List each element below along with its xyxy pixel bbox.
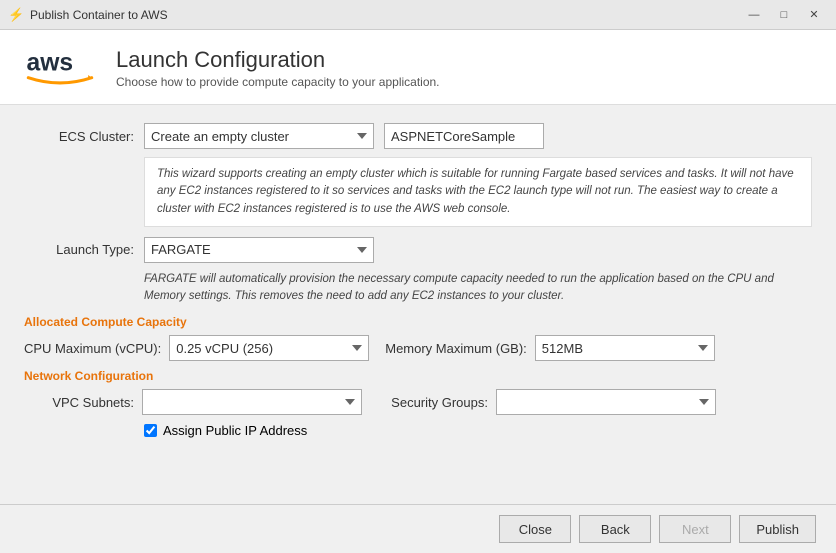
launch-type-select[interactable]: FARGATE EC2 [144, 237, 374, 263]
assign-public-ip-label[interactable]: Assign Public IP Address [163, 423, 307, 438]
page-title: Launch Configuration [116, 47, 440, 73]
svg-text:aws: aws [27, 50, 74, 77]
fargate-info-text: FARGATE will automatically provision the… [144, 271, 812, 306]
header-text: Launch Configuration Choose how to provi… [116, 47, 440, 89]
back-button[interactable]: Back [579, 515, 651, 543]
header: aws Launch Configuration Choose how to p… [0, 30, 836, 105]
cpu-label: CPU Maximum (vCPU): [24, 341, 161, 356]
network-section-title: Network Configuration [24, 369, 812, 383]
cpu-memory-row: CPU Maximum (vCPU): 0.25 vCPU (256) 0.5 … [24, 335, 812, 361]
vpc-field: VPC Subnets: [24, 389, 362, 415]
assign-public-ip-checkbox[interactable] [144, 424, 157, 437]
window-controls: — □ ✕ [740, 5, 828, 25]
window-title: Publish Container to AWS [30, 8, 740, 22]
public-ip-row: Assign Public IP Address [144, 423, 812, 438]
sg-select[interactable] [496, 389, 716, 415]
cluster-info-text: This wizard supports creating an empty c… [144, 157, 812, 227]
maximize-button[interactable]: □ [770, 5, 798, 25]
next-button[interactable]: Next [659, 515, 731, 543]
ecs-cluster-label: ECS Cluster: [24, 129, 134, 144]
minimize-button[interactable]: — [740, 5, 768, 25]
network-row: VPC Subnets: Security Groups: [24, 389, 812, 415]
aws-logo: aws [24, 46, 96, 90]
title-bar: ⚡ Publish Container to AWS — □ ✕ [0, 0, 836, 30]
footer: Close Back Next Publish [0, 504, 836, 553]
memory-select[interactable]: 512MB 1GB 2GB 3GB 4GB [535, 335, 715, 361]
cpu-field: CPU Maximum (vCPU): 0.25 vCPU (256) 0.5 … [24, 335, 369, 361]
page-subtitle: Choose how to provide compute capacity t… [116, 75, 440, 89]
cpu-select[interactable]: 0.25 vCPU (256) 0.5 vCPU (512) 1 vCPU (1… [169, 335, 369, 361]
vpc-select[interactable] [142, 389, 362, 415]
cluster-name-input[interactable] [384, 123, 544, 149]
launch-type-label: Launch Type: [24, 242, 134, 257]
publish-button[interactable]: Publish [739, 515, 816, 543]
app-icon: ⚡ [8, 7, 24, 23]
close-button[interactable]: ✕ [800, 5, 828, 25]
launch-type-row: Launch Type: FARGATE EC2 [24, 237, 812, 263]
memory-field: Memory Maximum (GB): 512MB 1GB 2GB 3GB 4… [385, 335, 715, 361]
sg-field: Security Groups: [378, 389, 716, 415]
vpc-label: VPC Subnets: [24, 395, 134, 410]
ecs-cluster-select[interactable]: Create an empty cluster Use existing clu… [144, 123, 374, 149]
sg-label: Security Groups: [378, 395, 488, 410]
content-area: ECS Cluster: Create an empty cluster Use… [0, 105, 836, 504]
memory-label: Memory Maximum (GB): [385, 341, 527, 356]
ecs-cluster-row: ECS Cluster: Create an empty cluster Use… [24, 123, 812, 149]
allocated-section-title: Allocated Compute Capacity [24, 315, 812, 329]
close-button[interactable]: Close [499, 515, 571, 543]
